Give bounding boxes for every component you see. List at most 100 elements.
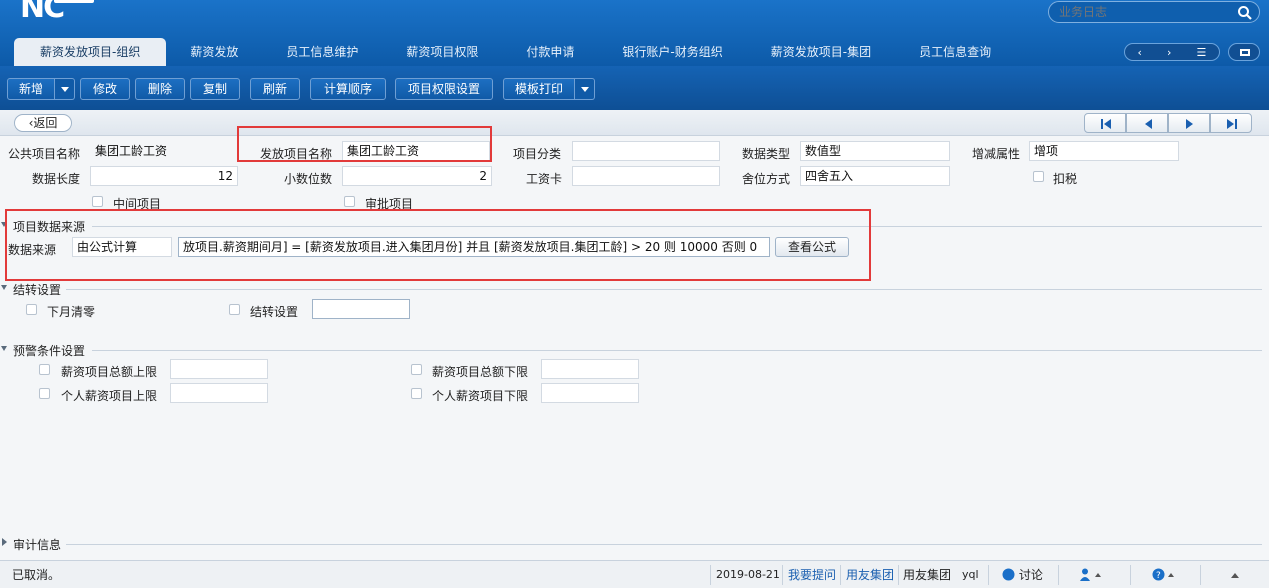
total-upper-checkbox[interactable] <box>39 364 50 375</box>
salary-card-label: 工资卡 <box>526 172 563 186</box>
salary-card-field[interactable] <box>572 166 720 186</box>
tax-label: 扣税 <box>1053 172 1078 186</box>
person-lower-field[interactable] <box>541 383 639 403</box>
total-upper-field[interactable] <box>170 359 268 379</box>
tab-next-icon[interactable]: › <box>1167 46 1171 59</box>
help-icon: ? <box>1152 568 1174 581</box>
prev-icon <box>1145 119 1152 129</box>
record-pager <box>1084 113 1252 133</box>
item-category-label: 项目分类 <box>513 147 562 161</box>
group-link[interactable]: 用友集团 <box>846 561 894 588</box>
person-upper-checkbox[interactable] <box>39 388 50 399</box>
calc-order-button[interactable]: 计算顺序 <box>310 78 386 100</box>
search-icon[interactable] <box>1237 5 1253 21</box>
data-type-label: 数据类型 <box>742 147 791 161</box>
tab-salary-issue[interactable]: 薪资发放 <box>166 38 262 66</box>
tab-bank-account[interactable]: 银行账户-财务组织 <box>598 38 746 66</box>
person-upper-field[interactable] <box>170 383 268 403</box>
print-dropdown-icon[interactable] <box>575 78 595 100</box>
section-divider <box>66 544 1262 545</box>
rounding-field[interactable]: 四舍五入 <box>800 166 950 186</box>
search-input[interactable] <box>1059 4 1229 20</box>
tab-prev-icon[interactable]: ‹ <box>1138 46 1142 59</box>
public-item-name-field[interactable]: 集团工龄工资 <box>90 141 238 161</box>
collapse-icon <box>2 538 7 546</box>
user-name: yql <box>962 568 979 581</box>
status-divider <box>1130 565 1131 585</box>
expand-icon <box>1 346 7 351</box>
clear-next-month-checkbox[interactable] <box>26 304 37 315</box>
carry-setting-field[interactable] <box>312 299 410 319</box>
carry-setting-label: 结转设置 <box>250 305 299 319</box>
refresh-button[interactable]: 刷新 <box>250 78 300 100</box>
last-record-button[interactable] <box>1210 113 1252 133</box>
annotation-box-data-source <box>5 209 871 281</box>
add-button[interactable]: 新增 <box>7 78 55 100</box>
increase-attr-label: 增减属性 <box>972 147 1021 161</box>
increase-attr-field[interactable]: 增项 <box>1029 141 1179 161</box>
tab-salary-item-org[interactable]: 薪资发放项目-组织 <box>14 38 167 66</box>
item-permission-button[interactable]: 项目权限设置 <box>395 78 493 100</box>
user-icon <box>1080 568 1101 581</box>
rounding-label: 舍位方式 <box>742 172 791 186</box>
user-menu-button[interactable] <box>1080 561 1104 588</box>
intermediate-checkbox[interactable] <box>92 196 103 207</box>
ask-question-link[interactable]: 我要提问 <box>788 561 836 588</box>
total-lower-checkbox[interactable] <box>411 364 422 375</box>
warning-section-header[interactable]: 预警条件设置 <box>0 342 100 358</box>
next-record-button[interactable] <box>1168 113 1210 133</box>
expand-status-button[interactable] <box>1230 561 1240 588</box>
audit-section-title: 审计信息 <box>13 538 62 552</box>
help-menu-button[interactable]: ? <box>1152 561 1178 588</box>
status-bar: 已取消。 2019-08-21 我要提问 用友集团 用友集团 yql 讨论 ? <box>0 560 1269 588</box>
status-divider <box>710 565 711 585</box>
window-button[interactable] <box>1228 43 1260 61</box>
toolbar: 新增 修改 删除 复制 刷新 计算顺序 项目权限设置 模板打印 <box>0 66 1269 110</box>
carry-setting-checkbox[interactable] <box>229 304 240 315</box>
svg-text:?: ? <box>1156 571 1161 581</box>
prev-record-button[interactable] <box>1126 113 1168 133</box>
delete-button[interactable]: 删除 <box>135 78 185 100</box>
back-button[interactable]: ‹返回 <box>14 114 72 132</box>
edit-button[interactable]: 修改 <box>80 78 130 100</box>
next-icon <box>1186 119 1193 129</box>
tab-employee-query[interactable]: 员工信息查询 <box>895 38 1015 66</box>
status-divider <box>1058 565 1059 585</box>
data-type-field[interactable]: 数值型 <box>800 141 950 161</box>
first-record-button[interactable] <box>1084 113 1126 133</box>
tab-salary-permission[interactable]: 薪资项目权限 <box>382 38 502 66</box>
tab-menu-icon[interactable]: ☰ <box>1197 46 1207 59</box>
business-log-search[interactable] <box>1048 1 1260 23</box>
data-length-field[interactable]: 12 <box>90 166 238 186</box>
discuss-label: 讨论 <box>1018 568 1043 582</box>
person-upper-label: 个人薪资项目上限 <box>61 389 158 403</box>
discuss-button[interactable]: 讨论 <box>1002 561 1043 588</box>
annotation-box-issue-name <box>237 126 492 162</box>
tab-employee-maintain[interactable]: 员工信息维护 <box>262 38 382 66</box>
tab-salary-item-group[interactable]: 薪资发放项目-集团 <box>747 38 895 66</box>
top-header: NC 薪资发放项目-组织 薪资发放 员工信息维护 薪资项目权限 付款申请 银行账… <box>0 0 1269 66</box>
status-divider <box>840 565 841 585</box>
copy-button[interactable]: 复制 <box>190 78 240 100</box>
section-divider <box>66 289 1262 290</box>
total-lower-label: 薪资项目总额下限 <box>432 365 529 379</box>
item-category-field[interactable] <box>572 141 720 161</box>
action-subbar: ‹返回 <box>0 110 1269 136</box>
add-dropdown-icon[interactable] <box>55 78 75 100</box>
carry-section-title: 结转设置 <box>13 283 62 297</box>
first-icon <box>1101 119 1111 129</box>
person-lower-label: 个人薪资项目下限 <box>432 389 529 403</box>
back-label: 返回 <box>33 116 58 130</box>
status-divider <box>988 565 989 585</box>
decimal-places-field[interactable]: 2 <box>342 166 492 186</box>
approval-checkbox[interactable] <box>344 196 355 207</box>
window-icon <box>1240 49 1250 56</box>
logo-dash <box>54 0 94 3</box>
template-print-button[interactable]: 模板打印 <box>503 78 575 100</box>
total-lower-field[interactable] <box>541 359 639 379</box>
carry-section-header[interactable]: 结转设置 <box>0 281 80 297</box>
audit-section-header[interactable]: 审计信息 <box>0 536 80 552</box>
person-lower-checkbox[interactable] <box>411 388 422 399</box>
tax-checkbox[interactable] <box>1033 171 1044 182</box>
tab-payment-request[interactable]: 付款申请 <box>502 38 598 66</box>
